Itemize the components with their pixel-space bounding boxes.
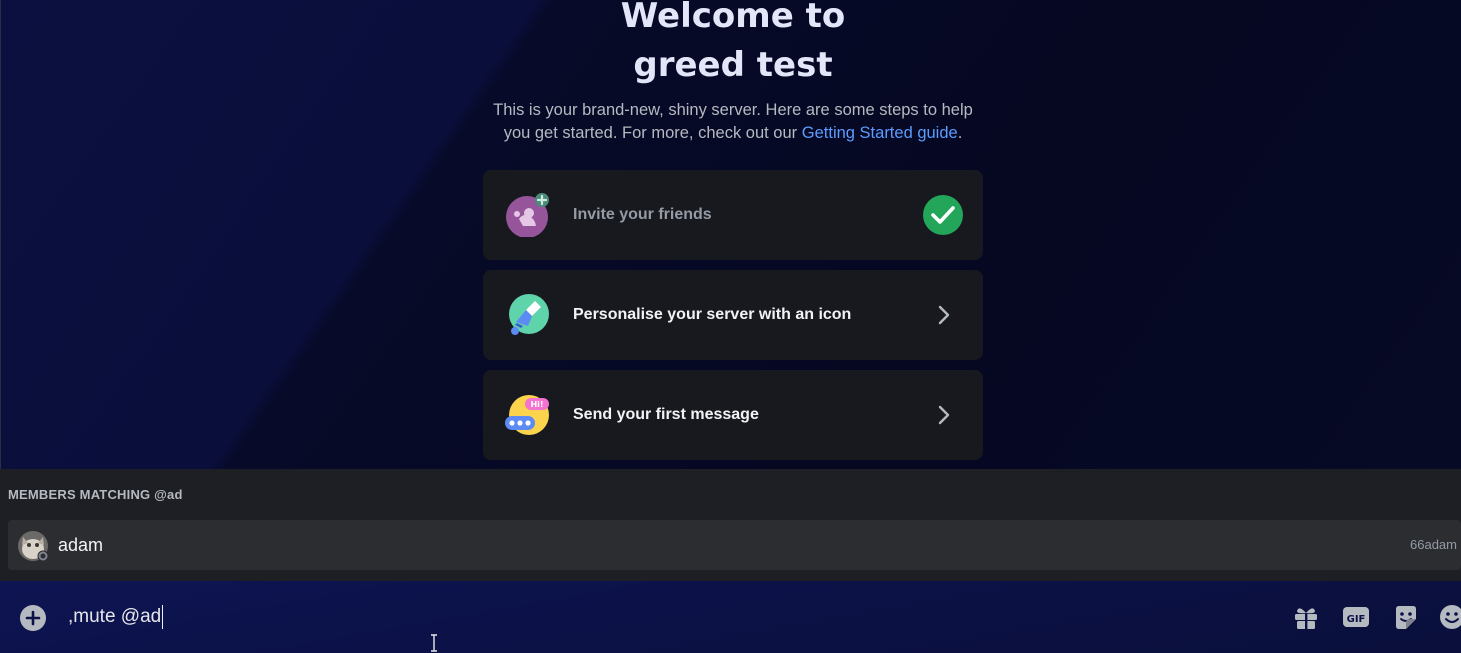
gif-icon[interactable]: GIF [1342,603,1370,631]
member-username: 66adam [1410,537,1457,552]
subtitle-period: . [957,124,963,142]
text-cursor-icon [431,634,437,652]
checkmark-icon [923,195,963,235]
invite-friends-icon [506,193,549,237]
chevron-right-icon [938,305,950,325]
welcome-title: Welcome to greed test [483,0,983,90]
step-card-first-message[interactable]: Hi! Send your first message [483,370,983,460]
step-label: Personalise your server with an icon [573,306,852,323]
message-input-text: ,mute @ad [68,606,162,627]
chevron-right-icon [938,405,950,425]
step-label: Send your first message [573,406,759,423]
text-caret [162,604,164,629]
sticker-icon[interactable] [1392,603,1420,631]
welcome-title-line1: Welcome to [620,0,846,36]
welcome-title-server-name: greed test [633,45,833,85]
paintbrush-icon [509,294,549,335]
getting-started-link[interactable]: Getting Started guide [802,124,958,142]
autocomplete-header: MEMBERS MATCHING @ad [8,487,183,502]
svg-text:Hi!: Hi! [530,400,543,409]
welcome-subtitle: This is your brand-new, shiny server. He… [483,99,983,145]
speech-bubble-icon: Hi! [505,395,549,435]
member-display-name: adam [58,535,104,555]
mention-autocomplete: MEMBERS MATCHING @ad adam 66adam [0,469,1461,581]
step-card-invite[interactable]: Invite your friends [483,170,983,260]
gift-icon[interactable] [1292,603,1320,631]
gif-label: GIF [1347,614,1366,625]
message-composer: ,mute @ad GIF [0,581,1461,653]
mention-result-row[interactable]: adam 66adam [8,520,1461,570]
message-input[interactable]: ,mute @ad [68,602,164,632]
user-avatar [18,531,48,561]
step-label: Invite your friends [573,206,712,223]
add-attachment-icon[interactable] [19,604,47,632]
emoji-icon[interactable] [1438,603,1461,631]
step-card-personalise[interactable]: Personalise your server with an icon [483,270,983,360]
welcome-section: Welcome to greed test This is your brand… [483,0,983,142]
